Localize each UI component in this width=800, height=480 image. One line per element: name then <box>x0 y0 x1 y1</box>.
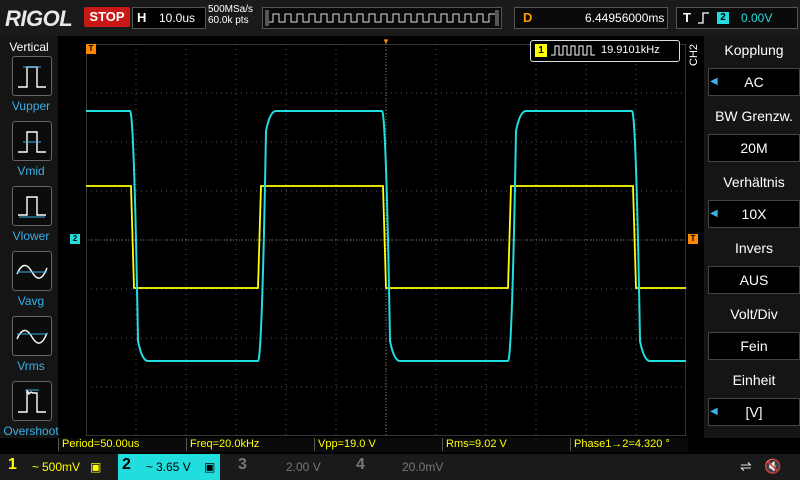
coupling-title: Kopplung <box>724 42 784 58</box>
timebase-label: H <box>137 10 147 25</box>
measurement-rms[interactable]: Rms=9.02 V <box>442 438 570 451</box>
channel-menu: Kopplung AC ◀ BW Grenzw. 20M Verhältnis … <box>704 36 800 438</box>
vupper-button[interactable] <box>12 56 52 96</box>
trigger-source-badge: 2 <box>717 12 729 24</box>
counter-channel: 1 <box>535 44 547 57</box>
vrms-button[interactable] <box>12 316 52 356</box>
trigger-box[interactable]: T 2 0.00V <box>676 7 798 29</box>
vrms-label: Vrms <box>17 359 45 373</box>
measure-menu-title: Vertical <box>9 40 49 54</box>
delay-label: D <box>523 10 533 25</box>
vmid-label: Vmid <box>17 164 45 178</box>
vlower-button[interactable] <box>12 186 52 226</box>
brand-logo: RIGOL <box>5 6 73 31</box>
usb-icon: ⇌ <box>740 458 752 474</box>
unit-value[interactable]: [V] <box>708 398 800 426</box>
channel-status-bar: 1 ~ 500mV ▣ 2 ~ 3.65 V ▣ 3 2.00 V 4 20.0… <box>0 454 800 480</box>
overshoot-icon <box>18 389 46 413</box>
bw-limit-title: BW Grenzw. <box>715 108 793 124</box>
invert-title: Invers <box>734 240 774 256</box>
ch2-scale[interactable]: 3.65 V <box>156 460 191 474</box>
counter-value: 19.9101kHz <box>601 44 660 56</box>
ch2-number[interactable]: 2 <box>122 456 131 474</box>
unit-arrow-icon: ◀ <box>710 406 718 417</box>
volt-div-title: Volt/Div <box>730 306 778 322</box>
volt-div-value[interactable]: Fein <box>708 332 800 360</box>
vavg-button[interactable] <box>12 251 52 291</box>
vmid-button[interactable] <box>12 121 52 161</box>
bw-limit-value[interactable]: 20M <box>708 134 800 162</box>
top-status-bar: RIGOL STOP H 10.0us 500MSa/s 60.0k pts D… <box>0 0 800 36</box>
ch1-bw-icon: ▣ <box>90 460 102 474</box>
ch4-scale[interactable]: 20.0mV <box>402 460 443 474</box>
ch1-number[interactable]: 1 <box>8 456 17 474</box>
vavg-label: Vavg <box>17 294 45 308</box>
ch2-offset-marker[interactable]: 2 <box>70 234 80 244</box>
probe-ratio-arrow-icon: ◀ <box>710 208 718 219</box>
waveform-display[interactable] <box>86 44 686 436</box>
delay-box[interactable]: D 6.44956000ms <box>514 7 668 29</box>
ch3-scale[interactable]: 2.00 V <box>286 460 321 474</box>
ch4-number[interactable]: 4 <box>356 456 365 474</box>
vrms-icon <box>16 329 48 344</box>
trigger-time-marker[interactable]: ▼ <box>381 37 391 46</box>
trigger-position-marker[interactable]: T <box>86 44 96 54</box>
channel-menu-tag: CH2 <box>688 43 700 66</box>
timebase-value: 10.0us <box>159 11 196 25</box>
waveform-overview[interactable] <box>262 7 502 29</box>
overshoot-button[interactable] <box>12 381 52 421</box>
vlower-icon <box>18 196 46 218</box>
sample-rate: 500MSa/s <box>208 4 254 15</box>
trigger-level: 0.00V <box>741 11 773 25</box>
vmid-icon <box>18 131 46 153</box>
vavg-icon <box>16 264 48 279</box>
coupling-arrow-icon: ◀ <box>710 76 718 87</box>
probe-ratio-title: Verhältnis <box>723 174 785 190</box>
trigger-label: T <box>683 10 691 25</box>
overshoot-label: Overshoot <box>3 424 59 438</box>
measurement-phase[interactable]: Phase1→2=4.320 ° <box>570 438 686 451</box>
ch1-coupling-icon: ~ <box>32 460 40 474</box>
coupling-value[interactable]: AC <box>708 68 800 96</box>
measure-menu: Vertical Vupper Vmid Vlower Vavg Vrms Ov… <box>0 36 59 438</box>
invert-value[interactable]: AUS <box>708 266 800 294</box>
trigger-level-marker[interactable]: T <box>688 234 698 244</box>
measurement-bar: Period=50.00us Freq=20.0kHz Vpp=19.0 V R… <box>58 438 688 452</box>
delay-value: 6.44956000ms <box>585 11 665 25</box>
measurement-period[interactable]: Period=50.00us <box>58 438 186 451</box>
measurement-vpp[interactable]: Vpp=19.0 V <box>314 438 442 451</box>
pulse-train-icon <box>551 45 595 56</box>
frequency-counter: 1 19.9101kHz <box>530 40 680 62</box>
measurement-frequency[interactable]: Freq=20.0kHz <box>186 438 314 451</box>
acquisition-info: 500MSa/s 60.0k pts <box>208 4 253 26</box>
timebase-box[interactable]: H 10.0us <box>132 7 206 29</box>
ch1-scale[interactable]: 500mV <box>42 460 80 474</box>
vlower-label: Vlower <box>12 229 50 243</box>
speaker-mute-icon[interactable]: 🔇 <box>764 458 781 475</box>
vupper-label: Vupper <box>11 99 51 113</box>
memory-depth: 60.0k pts <box>208 15 249 26</box>
probe-ratio-value[interactable]: 10X <box>708 200 800 228</box>
unit-title: Einheit <box>732 372 776 388</box>
vupper-icon <box>18 66 46 88</box>
ch2-coupling-icon: ~ <box>146 460 154 474</box>
rising-edge-icon <box>697 11 711 28</box>
ch3-number[interactable]: 3 <box>238 456 247 474</box>
overview-waveform-icon <box>265 10 499 26</box>
run-stop-indicator[interactable]: STOP <box>84 7 130 27</box>
ch2-bw-icon: ▣ <box>204 460 216 474</box>
